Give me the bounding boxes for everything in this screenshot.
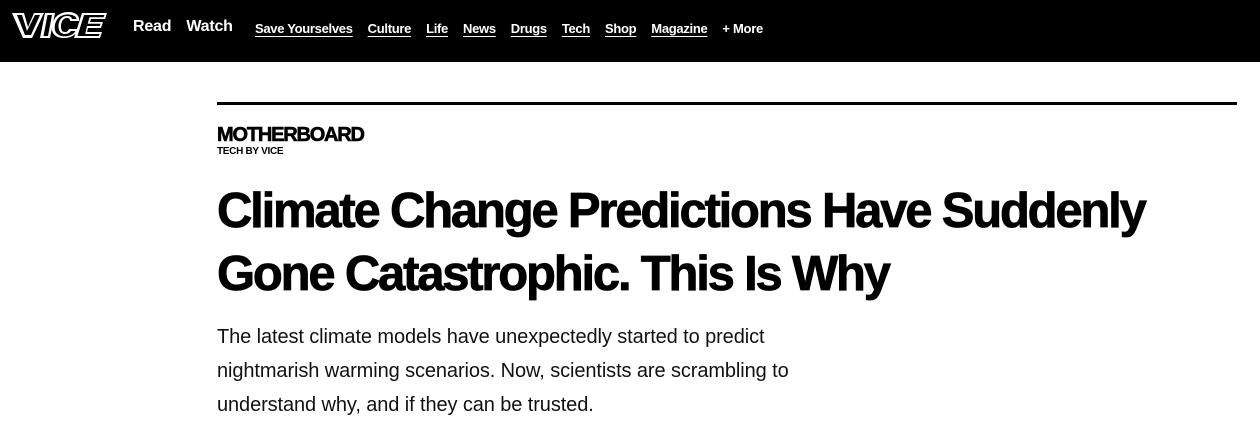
nav-drugs-link[interactable]: Drugs <box>511 21 547 36</box>
article-header: MOTHERBOARD TECH BY VICE Climate Change … <box>217 102 1237 442</box>
nav-life-link[interactable]: Life <box>426 21 448 36</box>
nav-watch-link[interactable]: Watch <box>186 18 233 36</box>
section-nav: Save Yourselves Culture Life News Drugs … <box>255 21 778 36</box>
section-divider <box>217 102 1237 105</box>
nav-news-link[interactable]: News <box>463 21 496 36</box>
vice-logo-icon <box>12 12 107 38</box>
nav-save-yourselves-link[interactable]: Save Yourselves <box>255 21 353 36</box>
vice-logo[interactable] <box>10 9 112 41</box>
nav-more-button[interactable]: + More <box>722 21 763 36</box>
motherboard-brand-link[interactable]: MOTHERBOARD <box>217 124 1237 147</box>
top-navigation-bar: Read Watch Save Yourselves Culture Life … <box>0 0 1260 62</box>
nav-culture-link[interactable]: Culture <box>368 21 412 36</box>
nav-tech-link[interactable]: Tech <box>562 21 590 36</box>
brand-tagline: TECH BY VICE <box>217 146 284 157</box>
nav-magazine-link[interactable]: Magazine <box>651 21 707 36</box>
nav-shop-link[interactable]: Shop <box>605 21 637 36</box>
article-headline: Climate Change Predictions Have Suddenly… <box>217 184 1148 302</box>
nav-read-link[interactable]: Read <box>133 18 172 36</box>
primary-nav: Read Watch <box>133 18 248 36</box>
article-dek: The latest climate models have unexpecte… <box>217 326 789 416</box>
